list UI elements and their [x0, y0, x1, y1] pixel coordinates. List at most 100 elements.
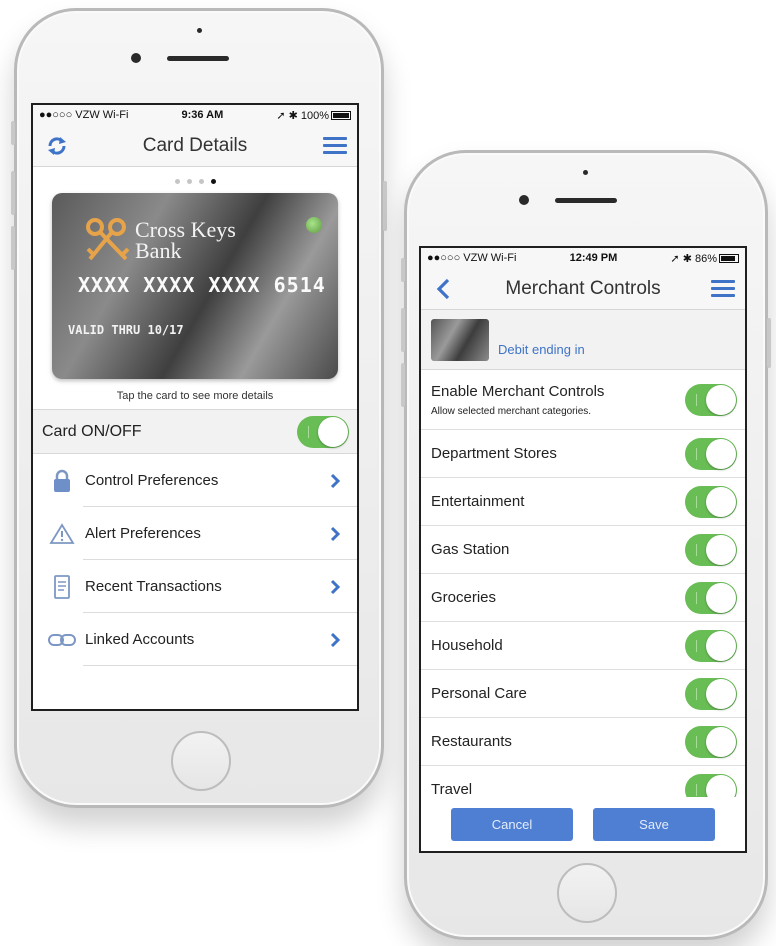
- category-toggle[interactable]: [685, 725, 737, 758]
- battery-indicator: ➚ ✱ 86%: [670, 252, 739, 265]
- battery-percent: 86%: [694, 252, 717, 265]
- action-bar: Cancel Save: [421, 797, 745, 851]
- merchant-controls-screen: ●●○○○ VZW Wi-Fi 12:49 PM ➚ ✱ 86% Merchan…: [419, 246, 747, 853]
- menu-item-linked-accounts[interactable]: Linked Accounts: [33, 613, 357, 666]
- page-title: Merchant Controls: [505, 277, 661, 299]
- bank-name-line1: Cross Keys: [135, 217, 236, 242]
- front-camera: [131, 53, 141, 63]
- category-label: Personal Care: [431, 685, 527, 702]
- proximity-sensor: [583, 170, 588, 175]
- chevron-right-icon: [330, 579, 341, 594]
- category-toggle[interactable]: [685, 533, 737, 566]
- category-label: Entertainment: [431, 493, 525, 510]
- enable-sublabel: Allow selected merchant categories.: [431, 405, 592, 417]
- menu-item-control-preferences[interactable]: Control Preferences: [33, 454, 357, 507]
- carrier-label: ●●○○○ VZW Wi-Fi: [427, 252, 517, 264]
- status-bar: ●●○○○ VZW Wi-Fi 9:36 AM ➚ ✱ 100%: [33, 105, 357, 125]
- clock: 12:49 PM: [569, 252, 618, 264]
- card-onoff-row: Card ON/OFF: [33, 409, 357, 454]
- menu-icon[interactable]: [323, 137, 347, 155]
- page-dot-active[interactable]: [210, 179, 216, 184]
- page-indicator[interactable]: [33, 179, 357, 184]
- category-toggle[interactable]: [685, 437, 737, 470]
- chevron-right-icon: [330, 632, 341, 647]
- card-onoff-label: Card ON/OFF: [42, 422, 142, 440]
- receipt-icon: [45, 574, 79, 599]
- debit-label: Debit ending in: [498, 342, 585, 357]
- mute-switch: [401, 258, 405, 282]
- card-thumbnail: [431, 319, 489, 361]
- page-dot[interactable]: [174, 179, 180, 184]
- volume-up-button: [401, 308, 405, 352]
- card-onoff-toggle[interactable]: [297, 415, 349, 448]
- menu-item-recent-transactions[interactable]: Recent Transactions: [33, 560, 357, 613]
- refresh-icon[interactable]: [45, 135, 69, 157]
- chevron-right-icon: [330, 473, 341, 488]
- category-row-restaurants: Restaurants: [421, 718, 745, 766]
- category-label: Travel: [431, 781, 473, 798]
- debit-card[interactable]: Cross Keys Bank XXXX XXXX XXXX 6514 VALI…: [52, 193, 338, 379]
- category-row-entertainment: Entertainment: [421, 478, 745, 526]
- power-button: [767, 318, 771, 368]
- volume-down-button: [11, 226, 15, 270]
- battery-icon: [331, 111, 351, 121]
- category-row-department-stores: Department Stores: [421, 430, 745, 478]
- battery-icon: [719, 254, 739, 264]
- earpiece-speaker: [167, 56, 229, 61]
- card-expiry: VALID THRU 10/17: [68, 323, 184, 337]
- front-camera: [519, 195, 529, 205]
- volume-up-button: [11, 171, 15, 215]
- menu-item-label: Recent Transactions: [85, 578, 222, 595]
- proximity-sensor: [197, 28, 202, 33]
- card-status-light: [306, 217, 322, 233]
- battery-percent: 100%: [300, 109, 329, 122]
- cancel-button[interactable]: Cancel: [451, 807, 573, 841]
- earpiece-speaker: [555, 198, 617, 203]
- clock: 9:36 AM: [181, 109, 224, 121]
- category-label: Restaurants: [431, 733, 512, 750]
- enable-merchant-controls-row: Enable Merchant Controls Allow selected …: [421, 370, 745, 430]
- mute-switch: [11, 121, 15, 145]
- category-label: Department Stores: [431, 445, 557, 462]
- lock-icon: [45, 469, 79, 493]
- category-toggle[interactable]: [685, 629, 737, 662]
- bank-name-line2: Bank: [135, 238, 182, 263]
- category-row-household: Household: [421, 622, 745, 670]
- card-details-screen: ●●○○○ VZW Wi-Fi 9:36 AM ➚ ✱ 100% Card De…: [31, 103, 359, 711]
- page-title: Card Details: [142, 134, 248, 156]
- card-hint: Tap the card to see more details: [116, 390, 274, 402]
- category-toggle[interactable]: [685, 581, 737, 614]
- bank-name: Cross Keys Bank: [135, 217, 236, 263]
- menu-item-alert-preferences[interactable]: Alert Preferences: [33, 507, 357, 560]
- menu-item-label: Linked Accounts: [85, 631, 195, 648]
- category-row-gas-station: Gas Station: [421, 526, 745, 574]
- debit-card-row[interactable]: Debit ending in: [421, 310, 745, 370]
- home-button[interactable]: [557, 863, 617, 923]
- category-row-groceries: Groceries: [421, 574, 745, 622]
- enable-text: Enable Merchant Controls Allow selected …: [431, 383, 604, 417]
- chevron-right-icon: [330, 526, 341, 541]
- back-chevron-icon[interactable]: [433, 278, 457, 300]
- category-label: Groceries: [431, 589, 497, 606]
- save-button[interactable]: Save: [593, 807, 715, 841]
- category-label: Gas Station: [431, 541, 510, 558]
- menu-item-label: Alert Preferences: [85, 525, 201, 542]
- battery-indicator: ➚ ✱ 100%: [276, 109, 351, 122]
- alert-icon: [45, 522, 79, 545]
- menu-icon[interactable]: [711, 280, 735, 298]
- category-row-personal-care: Personal Care: [421, 670, 745, 718]
- menu-item-label: Control Preferences: [85, 472, 219, 489]
- keys-logo-icon: [86, 218, 130, 261]
- link-icon: [45, 633, 79, 647]
- status-bar: ●●○○○ VZW Wi-Fi 12:49 PM ➚ ✱ 86%: [421, 248, 745, 268]
- page-dot[interactable]: [198, 179, 204, 184]
- enable-merchant-controls-toggle[interactable]: [685, 383, 737, 416]
- page-dot[interactable]: [186, 179, 192, 184]
- home-button[interactable]: [171, 731, 231, 791]
- nav-bar: Card Details: [33, 125, 357, 167]
- card-number: XXXX XXXX XXXX 6514: [78, 273, 326, 297]
- category-toggle[interactable]: [685, 485, 737, 518]
- category-toggle[interactable]: [685, 677, 737, 710]
- nav-bar: Merchant Controls: [421, 268, 745, 310]
- enable-label: Enable Merchant Controls: [431, 382, 605, 400]
